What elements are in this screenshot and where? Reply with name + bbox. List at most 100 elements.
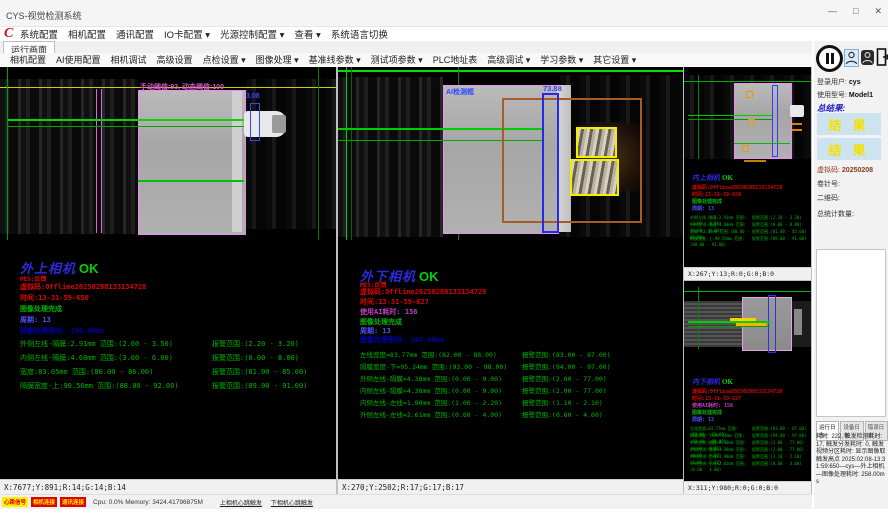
overlay-orange-marker bbox=[744, 160, 766, 162]
alarm-range-text: 报警范围:(81.00 - 85.00) bbox=[212, 367, 307, 377]
toolbar-spot-check[interactable]: 点检设置 ▾ bbox=[203, 53, 246, 66]
cpu-memory-text: Cpu: 0.0% Memory: 3424.41796875M bbox=[93, 499, 203, 506]
exit-door-icon bbox=[876, 47, 888, 67]
measurement-text: 外侧左线-左线=2.61mm 范围:(0.60 - 4.00) bbox=[690, 461, 752, 472]
menu-item-light-config[interactable]: 光源控制配置 ▾ bbox=[220, 27, 284, 41]
overlay-green-hline bbox=[688, 115, 772, 116]
menu-item-comm-config[interactable]: 通讯配置 bbox=[116, 27, 154, 41]
overlay-green-vline bbox=[698, 75, 699, 159]
pause-button[interactable] bbox=[816, 45, 843, 72]
machinery-texture bbox=[338, 77, 443, 237]
overlay-magenta-vline bbox=[96, 89, 97, 233]
toolbar-plc-address-table[interactable]: PLC地址表 bbox=[433, 53, 478, 66]
clip-object bbox=[790, 105, 804, 117]
total-count-label: 总统计数量: bbox=[817, 209, 854, 219]
camera-view-inner-top[interactable] bbox=[684, 67, 811, 167]
camera-panel-outer-bottom: AI检测框 73.88 外下相机OK MES:反馈 虚拟码:Offline202… bbox=[338, 67, 683, 494]
toolbar-baseline-params[interactable]: 基准线参数 ▾ bbox=[309, 53, 361, 66]
ai-box-label: AI检测框 bbox=[446, 87, 474, 97]
pixel-coords-bar: X:7677;Y:891;R:14;G:14;B:14 bbox=[0, 479, 336, 494]
toolbar-camera-config[interactable]: 相机配置 bbox=[10, 53, 46, 66]
status-ok: OK bbox=[419, 269, 439, 284]
toolbar-advanced-debug[interactable]: 高级调试 ▾ bbox=[487, 53, 530, 66]
camera-view-inner-bottom[interactable] bbox=[684, 281, 811, 371]
user-icon bbox=[845, 50, 858, 66]
machinery-texture bbox=[246, 79, 336, 229]
toolbar-other-settings[interactable]: 其它设置 ▾ bbox=[593, 53, 636, 66]
overlay-magenta-vline bbox=[101, 89, 102, 233]
machinery-texture bbox=[0, 79, 138, 234]
log-output-text: 耗时: 222, 触发检测耗时: 17, 触发分发耗时: 0, 触发视频分区耗时… bbox=[816, 434, 887, 487]
toolbar-learning-params[interactable]: 学习参数 ▾ bbox=[540, 53, 583, 66]
bottom-camera-heartbeat-trigger[interactable]: 下相机心跳触发 bbox=[271, 498, 313, 507]
camera-name: 内上相机 bbox=[692, 174, 720, 182]
minimize-button[interactable]: — bbox=[828, 6, 837, 17]
camera-name: 内下相机 bbox=[692, 378, 720, 386]
overlay-green-hline bbox=[684, 81, 811, 82]
overlay-green-vline bbox=[351, 67, 352, 240]
menu-item-io-config[interactable]: IO卡配置 ▾ bbox=[164, 27, 210, 41]
toolbar-advanced-settings[interactable]: 高级设置 bbox=[157, 53, 193, 66]
close-button[interactable]: ✕ bbox=[874, 6, 882, 17]
overlay-green-vline bbox=[318, 67, 319, 240]
menu-item-view[interactable]: 查看 ▾ bbox=[294, 27, 320, 41]
model-row: 使用型号: Model1 bbox=[817, 90, 873, 100]
camera-panel-outer-top: 3.08 手动阈值:93, 动态阈值:100 外上相机OK MES:反馈 虚拟码… bbox=[0, 67, 336, 494]
operator-mode-button[interactable] bbox=[861, 50, 874, 65]
overlay-threshold-label: 手动阈值:93, 动态阈值:100 bbox=[140, 82, 224, 92]
app-logo-icon: C bbox=[4, 26, 13, 42]
measurement-text: 内侧左线-隔膜:4.60mm 范围:(3.00 - 6.00) bbox=[20, 353, 212, 363]
exit-button[interactable] bbox=[876, 47, 888, 67]
overlay-green-vline bbox=[7, 67, 8, 240]
camera-panel-inner-bottom: 内下相机OK 虚拟码:Offline20250208133134728 时间:1… bbox=[684, 281, 811, 494]
clip-object-end bbox=[272, 115, 286, 133]
overlay-orange-marker bbox=[792, 123, 802, 125]
time-text: 时间:13-31-59-627 bbox=[360, 297, 429, 307]
alarm-range-text: 报警范围:(2.20 - 3.20) bbox=[212, 339, 299, 349]
pause-icon bbox=[831, 53, 834, 64]
cycle-text: 周期: 13 bbox=[692, 205, 714, 212]
status-ok: OK bbox=[722, 378, 733, 386]
vcode-value: 20250208 bbox=[842, 167, 873, 174]
status-bar: 心跳信号 相机连接 通讯连接 Cpu: 0.0% Memory: 3424.41… bbox=[0, 494, 812, 509]
overlay-green-hline bbox=[688, 326, 770, 327]
menu-item-language-switch[interactable]: 系统语言切换 bbox=[331, 27, 388, 41]
barcode-text: 虚拟码:Offline20250208133134728 bbox=[360, 287, 486, 297]
overlay-green-hline bbox=[734, 143, 790, 144]
overlay-green-hline bbox=[338, 70, 683, 72]
menu-item-system-config[interactable]: 系统配置 bbox=[20, 27, 58, 41]
alarm-range-text: 报警范围:(0.60 - 4.00) bbox=[522, 409, 603, 419]
time-text: 时间:13-31-59-650 bbox=[20, 293, 89, 303]
result-box-bottom: 结 果 bbox=[817, 138, 881, 160]
overlay-green-vline bbox=[346, 67, 347, 240]
vcode-label: 虚拟码: bbox=[817, 167, 840, 174]
measurement-row: 隔膜宽度-上:90.56mm 范围:(88.00 - 92.00)报警范围:(8… bbox=[20, 381, 332, 391]
pixel-coords-bar: X:270;Y:2502;R:17;G:17;B:17 bbox=[338, 479, 683, 494]
alarm-range-text: 报警范围:(94.00 - 97.00) bbox=[522, 361, 611, 371]
login-user-value: cys bbox=[849, 79, 861, 86]
menu-item-camera-config[interactable]: 相机配置 bbox=[68, 27, 106, 41]
result-list-box[interactable] bbox=[816, 249, 886, 417]
toolbar-test-params[interactable]: 测试项参数 ▾ bbox=[371, 53, 423, 66]
measurement-row: 外侧左线-左线=2.61mm 范围:(0.60 - 4.00)报警范围:(0.6… bbox=[360, 409, 680, 419]
model-label: 使用型号: bbox=[817, 92, 847, 99]
alarm-range-text: 报警范围:(1.10 - 2.10) bbox=[522, 397, 603, 407]
camera-view-outer-top[interactable]: 3.08 手动阈值:93, 动态阈值:100 bbox=[0, 67, 336, 240]
overlay-green-hline bbox=[138, 180, 244, 182]
user-login-button[interactable] bbox=[844, 49, 859, 67]
toolbar-ai-usage-config[interactable]: AI使用配置 bbox=[56, 53, 101, 66]
top-camera-heartbeat-trigger[interactable]: 上相机心跳触发 bbox=[220, 498, 262, 507]
machinery-highlight bbox=[794, 309, 802, 335]
measurement-row: 内侧左线-隔膜:4.60mm 范围:(3.00 - 6.00)报警范围:(0.0… bbox=[20, 353, 332, 363]
processing-done-text: 图像处理完成 bbox=[692, 198, 722, 205]
barcode-text: 虚拟码:Offline20250208133134728 bbox=[692, 388, 782, 395]
toolbar-image-processing[interactable]: 图像处理 ▾ bbox=[256, 53, 299, 66]
vcode-row: 虚拟码: 20250208 bbox=[817, 165, 873, 175]
overlay-green-hline bbox=[8, 119, 244, 121]
camera-panel-inner-top: 内上相机OK 虚拟码:Offline20250208133134728 时间:1… bbox=[684, 67, 811, 280]
maximize-button[interactable]: □ bbox=[853, 6, 858, 17]
camera-view-outer-bottom[interactable]: AI检测框 73.88 bbox=[338, 67, 683, 240]
login-user-label: 登录用户: bbox=[817, 79, 847, 86]
toolbar-camera-debug[interactable]: 相机调试 bbox=[111, 53, 147, 66]
needle-number-label: 卷针号: bbox=[817, 179, 840, 189]
